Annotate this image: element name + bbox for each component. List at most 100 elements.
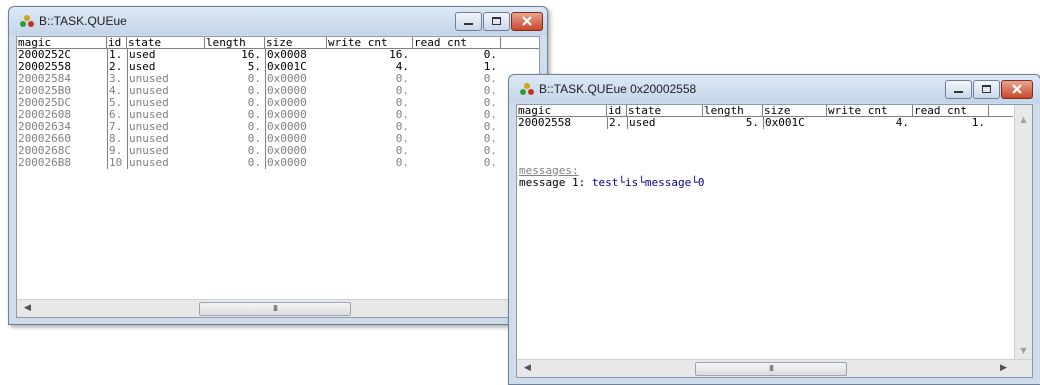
cell-read-cnt: 0. — [483, 49, 497, 61]
cell-id: 5. — [107, 97, 127, 109]
cell-size: 0x0000 — [265, 97, 327, 109]
column-header-size[interactable]: size — [265, 37, 327, 49]
cell-length: 5. — [247, 61, 261, 73]
vertical-scrollbar[interactable]: ▲ ▼ — [1014, 105, 1032, 360]
column-header-write-cnt[interactable]: write_cnt — [827, 105, 913, 117]
cell-size: 0x001C — [763, 117, 827, 129]
column-header-magic[interactable]: magic — [17, 37, 107, 49]
column-header-state[interactable]: state — [127, 37, 205, 49]
maximize-button[interactable] — [483, 12, 510, 31]
task-window-icon — [20, 15, 34, 27]
maximize-icon — [982, 85, 991, 93]
column-header-magic[interactable]: magic — [517, 105, 607, 117]
cell-id: 1. — [107, 49, 127, 61]
detail-panel: magic id state length size write_cnt rea… — [516, 104, 1033, 378]
cell-magic: 20002634 — [18, 121, 71, 133]
close-button[interactable] — [1001, 80, 1033, 99]
cell-state: unused — [127, 85, 205, 97]
cell-size: 0x0000 — [265, 133, 327, 145]
cell-size: 0x0000 — [265, 145, 327, 157]
column-header-read-cnt[interactable]: read_cnt — [413, 37, 501, 49]
column-header-id[interactable]: id — [607, 105, 627, 117]
scroll-left-icon[interactable]: ◀ — [519, 360, 536, 377]
title-bar[interactable]: B::TASK.QUEue — [9, 7, 547, 35]
task-queue-window: B::TASK.QUEue magic id state length size… — [8, 6, 548, 325]
cell-write-cnt: 0. — [395, 97, 409, 109]
cell-length: 0. — [247, 97, 261, 109]
cell-size: 0x0000 — [265, 85, 327, 97]
column-header-write-cnt[interactable]: write_cnt — [327, 37, 413, 49]
column-header-id[interactable]: id — [107, 37, 127, 49]
task-window-icon — [520, 83, 534, 95]
cell-size: 0x0000 — [265, 109, 327, 121]
cell-write-cnt: 0. — [395, 133, 409, 145]
cell-id: 2. — [607, 117, 627, 129]
column-header-read-cnt[interactable]: read_cnt — [913, 105, 989, 117]
cell-length: 0. — [247, 85, 261, 97]
cell-magic: 20002558 — [18, 61, 71, 73]
scroll-thumb[interactable]: III — [199, 302, 351, 316]
close-icon — [1012, 84, 1022, 94]
message-label: message 1: — [519, 176, 586, 189]
cell-magic: 2000252C — [18, 49, 71, 61]
horizontal-scrollbar[interactable]: ◀ III ▶ — [517, 359, 1032, 377]
cell-length: 16. — [241, 49, 261, 61]
cell-length: 5. — [745, 117, 759, 129]
cell-state: used — [627, 117, 703, 129]
cell-id: 6. — [107, 109, 127, 121]
cell-length: 0. — [247, 145, 261, 157]
cell-state: unused — [127, 157, 205, 169]
cell-magic: 20002584 — [18, 73, 71, 85]
cell-magic: 2000268C — [18, 145, 71, 157]
minimize-button[interactable] — [945, 80, 972, 99]
title-bar[interactable]: B::TASK.QUEue 0x20002558 — [509, 75, 1040, 103]
column-header-state[interactable]: state — [627, 105, 703, 117]
message-line[interactable]: message 1: test└is└message└0 — [519, 177, 704, 189]
cell-size: 0x0000 — [265, 73, 327, 85]
cell-id: 10 — [107, 157, 127, 169]
cell-write-cnt: 0. — [395, 145, 409, 157]
cell-read-cnt: 0. — [483, 97, 497, 109]
cell-write-cnt: 4. — [895, 117, 909, 129]
cell-write-cnt: 0. — [395, 157, 409, 169]
column-header-length[interactable]: length — [205, 37, 265, 49]
cell-id: 3. — [107, 73, 127, 85]
cell-size: 0x0000 — [265, 157, 327, 169]
cell-read-cnt: 1. — [971, 117, 985, 129]
scroll-thumb[interactable]: III — [695, 362, 847, 376]
cell-magic: 20002608 — [18, 109, 71, 121]
cell-magic: 200025DC — [18, 97, 71, 109]
minimize-icon — [464, 23, 473, 25]
cell-read-cnt: 1. — [483, 61, 497, 73]
cell-write-cnt: 4. — [395, 61, 409, 73]
cell-state: used — [127, 61, 205, 73]
cell-read-cnt: 0. — [483, 109, 497, 121]
column-header-length[interactable]: length — [703, 105, 763, 117]
cell-size: 0x001C — [265, 61, 327, 73]
queue-table: magic id state length size write_cnt rea… — [16, 36, 540, 318]
cell-write-cnt: 0. — [395, 109, 409, 121]
queue-detail-window: B::TASK.QUEue 0x20002558 magic id state … — [508, 74, 1040, 385]
cell-write-cnt: 0. — [395, 85, 409, 97]
horizontal-scrollbar[interactable]: ◀ III ▶ — [17, 299, 539, 317]
scroll-left-icon[interactable]: ◀ — [19, 300, 36, 317]
scroll-grip: III — [768, 364, 774, 373]
cell-read-cnt: 0. — [483, 85, 497, 97]
cell-id: 4. — [107, 85, 127, 97]
minimize-button[interactable] — [455, 12, 482, 31]
cell-state: used — [127, 49, 205, 61]
cell-id: 7. — [107, 121, 127, 133]
scroll-down-icon[interactable]: ▼ — [1015, 344, 1032, 358]
scroll-right-icon[interactable]: ▶ — [995, 360, 1012, 377]
cell-magic: 20002558 — [518, 117, 571, 129]
maximize-button[interactable] — [973, 80, 1000, 99]
cell-size: 0x0000 — [265, 121, 327, 133]
cell-id: 9. — [107, 145, 127, 157]
cell-length: 0. — [247, 73, 261, 85]
cell-id: 2. — [107, 61, 127, 73]
scroll-up-icon[interactable]: ▲ — [1015, 113, 1032, 127]
message-value: test└is└message└0 — [591, 176, 705, 189]
close-button[interactable] — [511, 12, 543, 31]
cell-read-cnt: 0. — [483, 121, 497, 133]
column-header-size[interactable]: size — [763, 105, 827, 117]
